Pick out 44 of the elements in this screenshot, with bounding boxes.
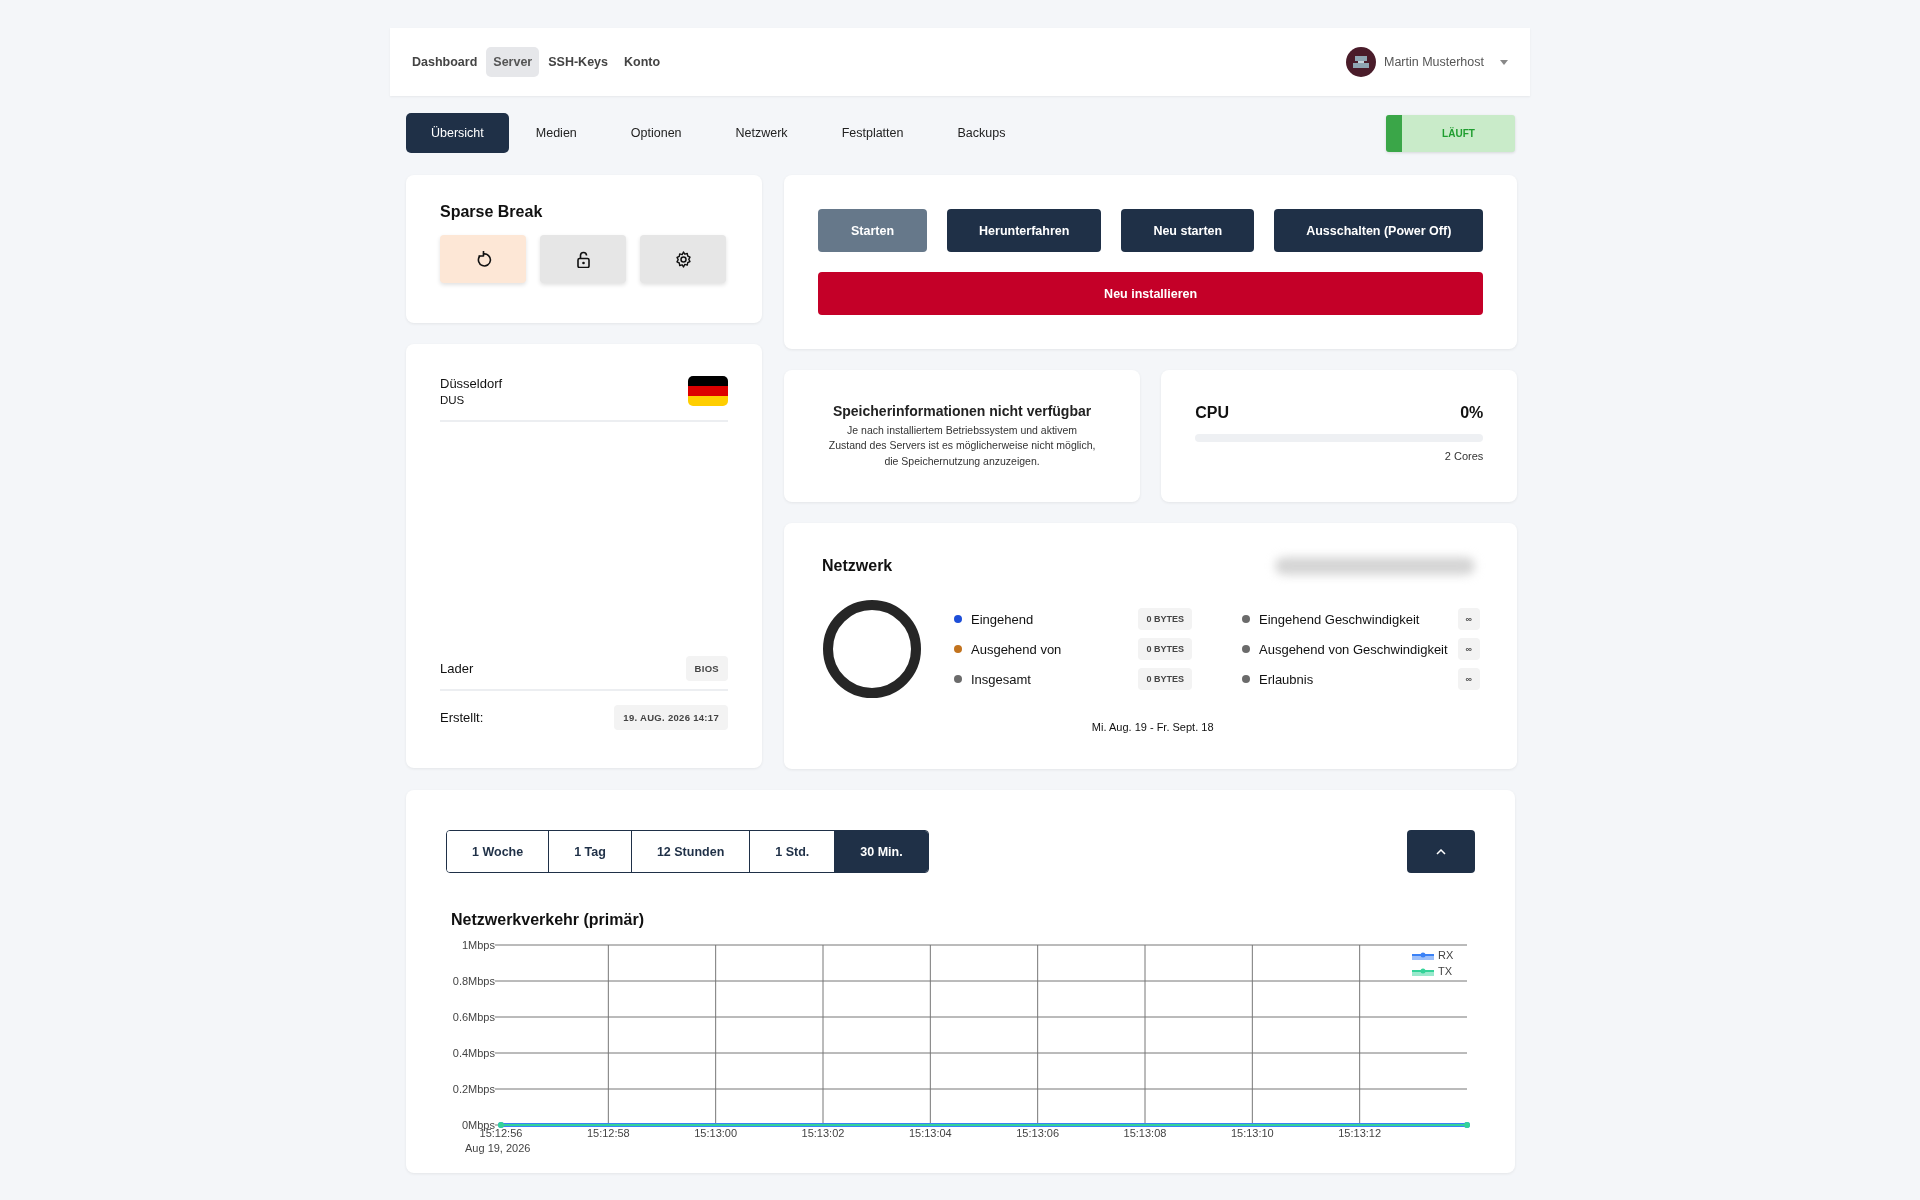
detail-value: 19. AUG. 2026 14:17 [614,705,728,730]
x-axis-label: 15:13:00 [694,1127,738,1139]
detail-label: Lader [440,661,474,676]
x-axis-label: 15:13:02 [801,1127,845,1139]
y-axis-tick: 1Mbps [461,939,502,951]
legend-label: Eingehend Geschwindigkeit [1259,611,1421,627]
chart-title: Netzwerkverkehr (primär) [451,911,645,929]
legend-label: Erlaubnis [1259,671,1315,687]
status-badge: LÄUFT [1386,114,1515,152]
detail-value: BIOS [685,656,728,681]
x-axis-label: 15:12:58 [586,1127,630,1139]
date-range: Mi. Aug. 19 - Fr. Sept. 18 [1090,721,1215,733]
legend-label: Eingehend [971,611,1035,627]
detail-label: Erstellt: [440,710,484,725]
x-axis-label: 15:13:06 [1016,1127,1060,1139]
legend-value: 0 BYTES [1138,638,1192,660]
legend-value: ∞ [1457,608,1480,630]
legend-value: ∞ [1457,638,1480,660]
legend-label: Ausgehend von [971,641,1063,657]
location-city: Düsseldorf [440,376,503,391]
memory-title: Speicherinformationen nicht verfügbar [832,403,1092,420]
legend-label: TX [1438,965,1453,977]
cpu-cores: 2 Cores [1443,450,1484,462]
x-axis-label: 15:13:08 [1123,1127,1167,1139]
legend-label: RX [1438,949,1454,961]
server-name: Sparse Break [440,203,544,221]
memory-description: Je nach installiertem Betriebssystem und aktivem Zustand des Servers ist es möglicherweise nicht möglich, die Speichernutzung anzuzeigen. [827,423,1097,469]
x-axis-label: 15:13:04 [908,1127,952,1139]
legend-value: 0 BYTES [1138,608,1192,630]
x-axis-label: 15:13:12 [1338,1127,1382,1139]
x-axis-label: 15:13:10 [1230,1127,1274,1139]
y-axis-tick: 0.4Mbps [452,1047,502,1059]
cpu-label: CPU [1195,404,1229,422]
network-title: Netzwerk [822,557,893,575]
y-axis-tick: 0.8Mbps [452,975,502,987]
cpu-reading: 0% [1460,404,1484,422]
y-axis-tick: 0.2Mbps [452,1083,502,1095]
legend-label: Insgesamt [971,671,1032,687]
legend-value: 0 BYTES [1138,668,1192,690]
legend-value: ∞ [1457,668,1480,690]
location-code: DUS [440,394,466,406]
legend-label: Ausgehend von Geschwindigkeit [1259,641,1449,657]
y-axis-tick: 0.6Mbps [452,1011,502,1023]
date-label: Aug 19, 2026 [465,1142,531,1154]
